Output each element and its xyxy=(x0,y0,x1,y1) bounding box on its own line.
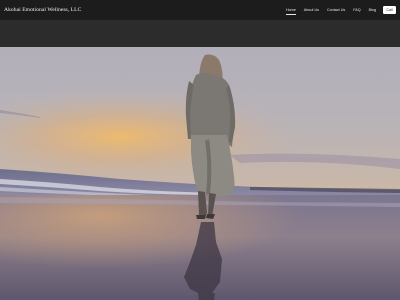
beach-sunset-photo xyxy=(0,54,400,300)
nav-faq[interactable]: FAQ xyxy=(353,7,360,13)
site-title[interactable]: Akohai Emotional Wellness, LLC xyxy=(4,7,81,13)
nav-home[interactable]: Home xyxy=(285,7,296,15)
call-button[interactable]: Call xyxy=(383,6,396,14)
main-nav: Home About Us Contact Us FAQ Blog Call xyxy=(278,0,396,20)
header-banner-strip xyxy=(0,20,400,47)
site-header: Akohai Emotional Wellness, LLC Home Abou… xyxy=(0,0,400,20)
hero-image xyxy=(0,47,400,300)
nav-contact-us[interactable]: Contact Us xyxy=(327,7,345,13)
nav-about-us[interactable]: About Us xyxy=(304,7,319,13)
nav-blog[interactable]: Blog xyxy=(369,7,376,13)
